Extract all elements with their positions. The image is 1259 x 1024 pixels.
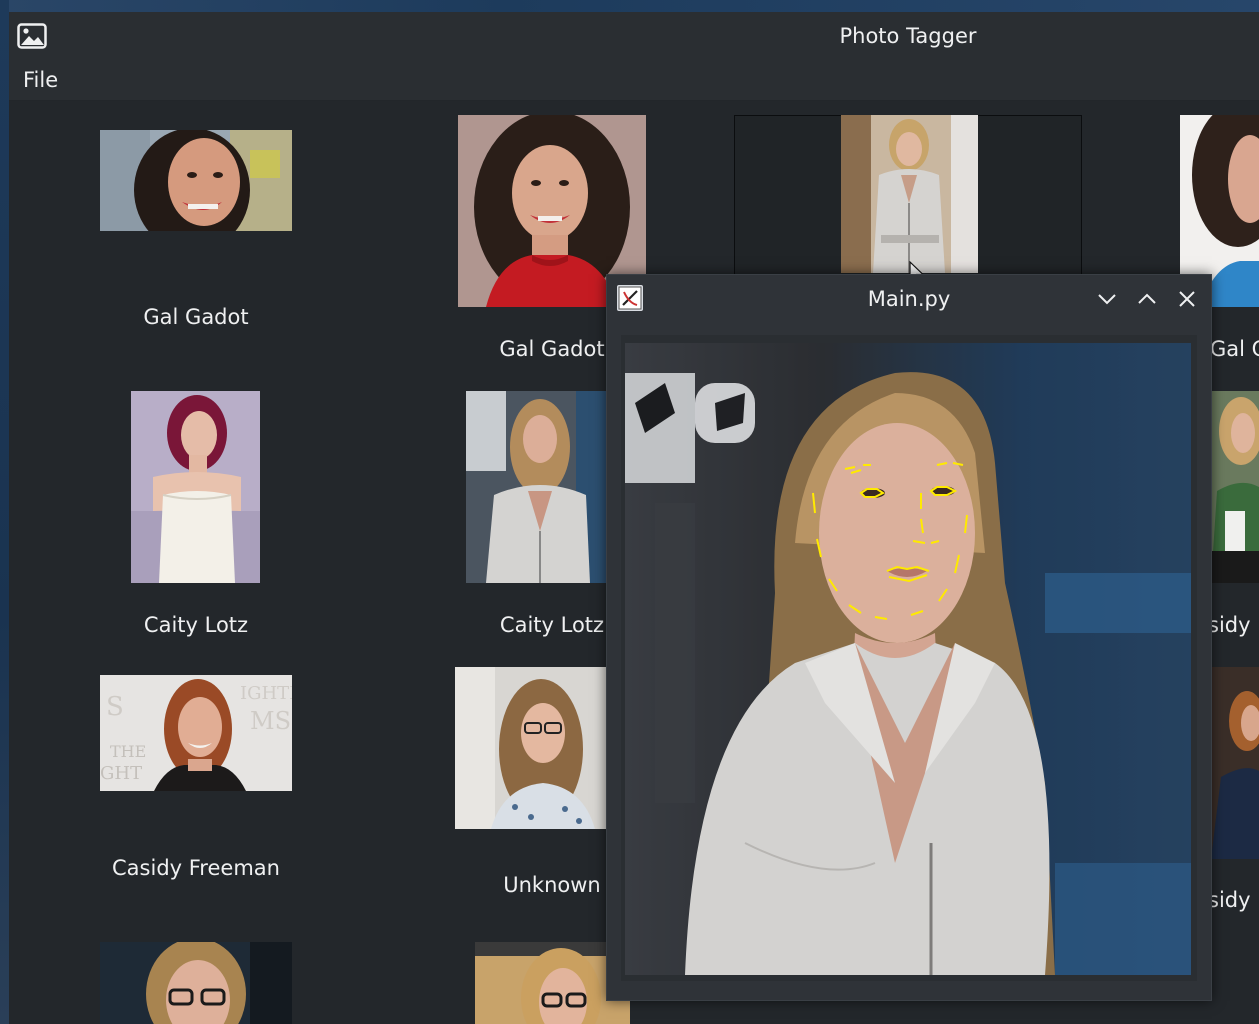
menu-file[interactable]: File xyxy=(23,68,58,92)
photo-thumbnail[interactable] xyxy=(1211,667,1259,859)
dialog-title-bar[interactable]: Main.py xyxy=(607,275,1211,323)
title-bar[interactable]: Photo Tagger xyxy=(9,12,1259,60)
photo-caption: Casidy Freeman xyxy=(112,856,280,880)
svg-text:THE: THE xyxy=(110,742,146,761)
photo-thumbnail[interactable] xyxy=(100,942,292,1024)
close-icon[interactable] xyxy=(1175,287,1199,311)
photo-caption: sidy xyxy=(1208,613,1251,637)
photo-caption: Caity Lotz xyxy=(143,613,249,637)
photo-thumbnail[interactable] xyxy=(466,391,606,583)
main-py-dialog: Main.py xyxy=(606,274,1212,1001)
desktop-background-left xyxy=(0,0,9,1024)
svg-text:IGHTE: IGHTE xyxy=(240,683,292,704)
photo-thumbnail[interactable] xyxy=(455,667,606,829)
photo-thumbnail[interactable]: S THE GHT IGHTE MSO xyxy=(100,675,292,791)
photo-thumbnail[interactable] xyxy=(1211,391,1259,583)
dialog-title: Main.py xyxy=(867,287,951,311)
face-landmark-image xyxy=(625,343,1191,975)
svg-text:MSO: MSO xyxy=(250,707,292,735)
svg-text:GHT: GHT xyxy=(100,763,142,784)
dialog-body xyxy=(621,335,1197,981)
photo-thumbnail[interactable] xyxy=(100,130,292,231)
photo-caption: Gal Gadot xyxy=(143,305,249,329)
svg-text:S: S xyxy=(106,692,124,722)
photo-caption: sidy xyxy=(1208,888,1251,912)
photo-caption: Gal G xyxy=(1210,337,1259,361)
chevron-down-icon[interactable] xyxy=(1095,287,1119,311)
desktop-background xyxy=(0,0,1259,12)
photo-thumbnail[interactable] xyxy=(841,115,978,273)
chevron-up-icon[interactable] xyxy=(1135,287,1159,311)
window-title: Photo Tagger xyxy=(839,24,977,48)
photo-thumbnail[interactable] xyxy=(131,391,260,583)
menu-bar: File xyxy=(9,60,1259,101)
